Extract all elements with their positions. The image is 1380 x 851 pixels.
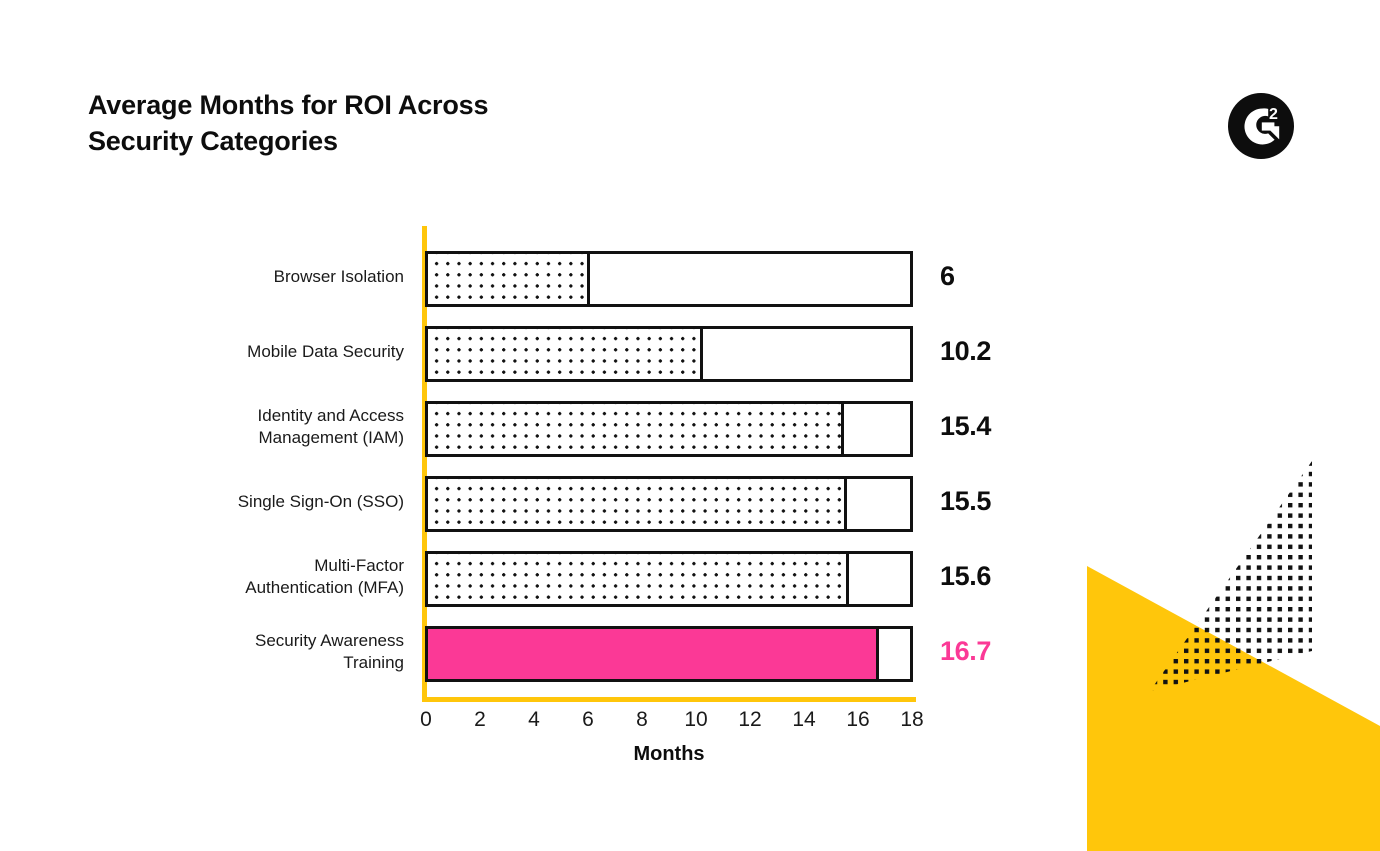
category-label: Browser Isolation (273, 267, 404, 286)
bar-track (425, 476, 913, 532)
bar-fill (428, 629, 879, 679)
bar-fill (428, 479, 847, 529)
x-axis-title: Months (633, 743, 705, 765)
x-tick-label: 2 (474, 708, 486, 731)
bar-track (425, 626, 913, 682)
x-tick-label: 0 (420, 708, 432, 731)
bar-track (425, 401, 913, 457)
x-tick-label: 18 (900, 708, 924, 731)
x-tick-label: 10 (684, 708, 708, 731)
x-tick-label: 8 (636, 708, 648, 731)
x-tick-label: 6 (582, 708, 594, 731)
bar-fill (428, 404, 844, 454)
bar-value-label: 15.4 (940, 411, 991, 441)
bar-fill (428, 554, 850, 604)
bar-fill (428, 254, 590, 304)
category-label: Single Sign-On (SSO) (237, 492, 404, 511)
x-tick-label: 16 (846, 708, 870, 731)
bar-value-label: 6 (940, 261, 955, 291)
bar-value-label: 10.2 (940, 336, 991, 366)
category-label: Multi-Factor Authentication (MFA) (245, 556, 404, 597)
bar-value-label: 15.6 (940, 561, 991, 591)
category-label: Mobile Data Security (247, 342, 404, 361)
category-label: Identity and Access Management (IAM) (257, 406, 404, 447)
bar-track (425, 251, 913, 307)
bar-track (425, 551, 913, 607)
bar-value-label: 16.7 (940, 636, 991, 666)
x-axis-line (422, 697, 916, 702)
bar-value-label: 15.5 (940, 486, 991, 516)
x-tick-label: 14 (792, 708, 816, 731)
x-tick-label: 4 (528, 708, 540, 731)
bar-track (425, 326, 913, 382)
bar-fill (428, 329, 704, 379)
roi-bar-chart: Browser Isolation 6 Mobile Data Security 10… (0, 0, 1380, 851)
x-tick-label: 12 (738, 708, 762, 731)
category-label: Security Awareness Training (255, 631, 404, 672)
